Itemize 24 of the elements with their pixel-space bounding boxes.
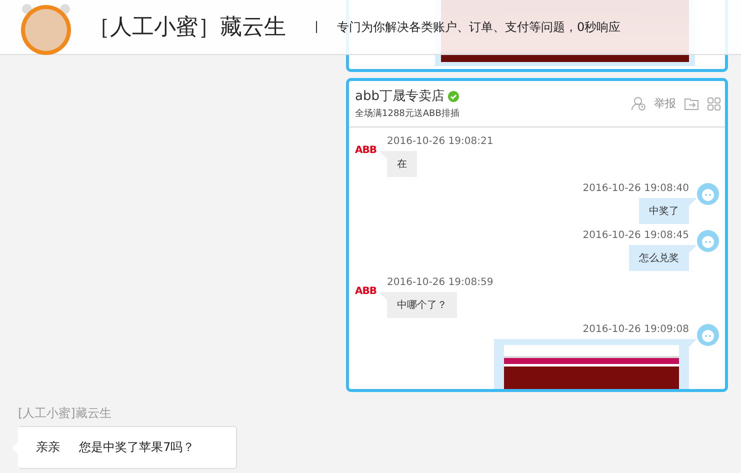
user-avatar-icon bbox=[697, 183, 719, 205]
message-time: 2016-10-26 19:09:08 bbox=[582, 324, 689, 335]
shop-name: abb丁晟专卖店 bbox=[355, 88, 444, 105]
contact-icon[interactable] bbox=[631, 96, 646, 111]
message-bubble: 怎么兑奖 bbox=[629, 245, 689, 271]
report-link[interactable]: 举报 bbox=[654, 96, 676, 111]
shop-logo: ABB bbox=[355, 145, 378, 158]
agent-title: ［人工小蜜］藏云生 bbox=[88, 14, 286, 42]
message-time: 2016-10-26 19:08:59 bbox=[387, 277, 494, 288]
message-bubble: 中奖了 bbox=[639, 198, 689, 224]
message-time: 2016-10-26 19:08:45 bbox=[582, 230, 689, 241]
folder-arrow-icon[interactable] bbox=[684, 96, 699, 111]
message-time: 2016-10-26 19:08:21 bbox=[387, 136, 494, 147]
grid-icon[interactable] bbox=[707, 96, 721, 110]
tagline-text: 专门为你解决各类账户、订单、支付等问题，0秒响应 bbox=[337, 18, 621, 36]
sender-name: [人工小蜜]藏云生 bbox=[18, 405, 112, 422]
message-bubble: 中哪个了？ bbox=[387, 292, 457, 318]
shop-logo: ABB bbox=[355, 286, 378, 299]
user-avatar-icon bbox=[697, 324, 719, 346]
message-time: 2016-10-26 19:08:40 bbox=[582, 183, 689, 194]
shop-subtitle: 全场满1288元送ABB排插 bbox=[355, 108, 460, 120]
user-avatar-icon bbox=[697, 230, 719, 252]
message-bubble: 在 bbox=[387, 151, 417, 177]
message-bubble: 亲亲 您是中奖了苹果7吗？ bbox=[18, 426, 237, 469]
